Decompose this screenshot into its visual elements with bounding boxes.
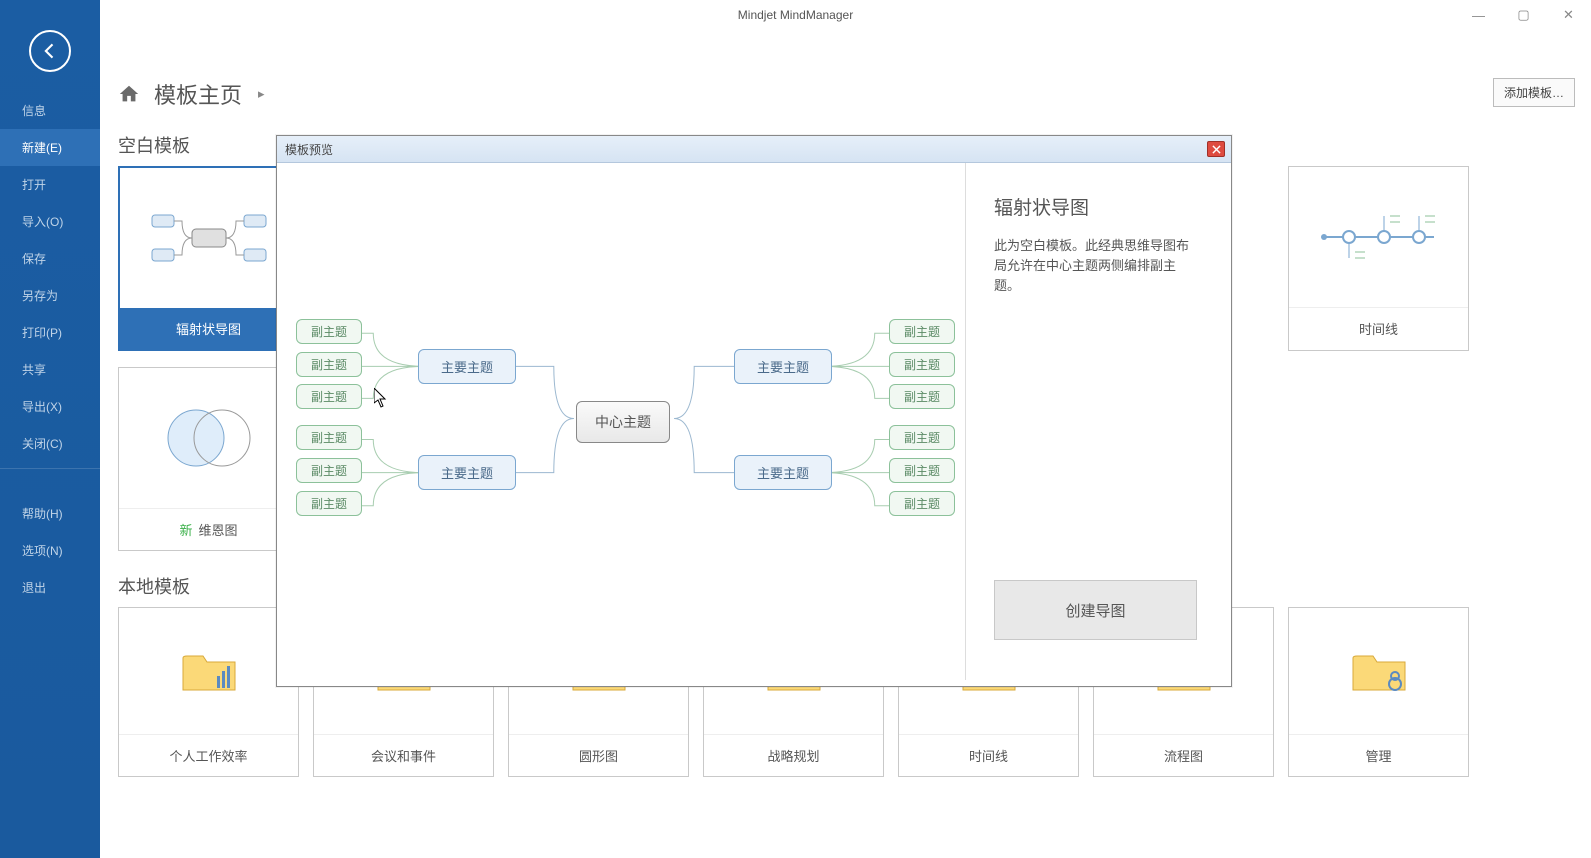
- tile-label: 时间线: [1289, 307, 1468, 349]
- back-button[interactable]: [29, 30, 71, 72]
- map-sub-topic: 副主题: [889, 458, 955, 483]
- map-sub-topic: 副主题: [889, 352, 955, 377]
- map-sub-topic: 副主题: [296, 491, 362, 516]
- dialog-close-button[interactable]: [1207, 141, 1225, 157]
- map-sub-topic: 副主题: [296, 384, 362, 409]
- titlebar: Mindjet MindManager — ▢ ✕: [0, 0, 1591, 30]
- map-main-topic: 主要主题: [734, 349, 832, 384]
- chevron-right-icon: ▸: [258, 86, 265, 102]
- tile-label: 战略规划: [704, 734, 883, 776]
- sidebar-item-save[interactable]: 保存: [0, 240, 100, 277]
- map-sub-topic: 副主题: [889, 319, 955, 344]
- home-icon[interactable]: [118, 83, 140, 105]
- sidebar-item-exit[interactable]: 退出: [0, 569, 100, 606]
- map-main-topic: 主要主题: [418, 349, 516, 384]
- dialog-titlebar: 模板预览: [277, 136, 1231, 163]
- sidebar-item-options[interactable]: 选项(N): [0, 532, 100, 569]
- dialog-heading: 辐射状导图: [994, 193, 1197, 220]
- map-center-topic: 中心主题: [576, 401, 670, 443]
- sidebar-item-help[interactable]: 帮助(H): [0, 495, 100, 532]
- dialog-description: 此为空白模板。此经典思维导图布局允许在中心主题两侧编排副主题。: [994, 236, 1197, 296]
- close-window-button[interactable]: ✕: [1546, 0, 1591, 30]
- sidebar-item-print[interactable]: 打印(P): [0, 314, 100, 351]
- local-template-tile[interactable]: 个人工作效率: [118, 607, 299, 777]
- map-sub-topic: 副主题: [296, 458, 362, 483]
- map-main-topic: 主要主题: [418, 455, 516, 490]
- map-main-topic: 主要主题: [734, 455, 832, 490]
- sidebar-item-open[interactable]: 打开: [0, 166, 100, 203]
- create-map-button[interactable]: 创建导图: [994, 580, 1197, 640]
- map-sub-topic: 副主题: [889, 425, 955, 450]
- sidebar-item-import[interactable]: 导入(O): [0, 203, 100, 240]
- map-sub-topic: 副主题: [296, 425, 362, 450]
- map-sub-topic: 副主题: [889, 491, 955, 516]
- template-tile-timeline[interactable]: 时间线: [1288, 166, 1469, 351]
- sidebar-item-saveas[interactable]: 另存为: [0, 277, 100, 314]
- sidebar-item-info[interactable]: 信息: [0, 92, 100, 129]
- maximize-button[interactable]: ▢: [1501, 0, 1546, 30]
- minimize-button[interactable]: —: [1456, 0, 1501, 30]
- sidebar-item-close[interactable]: 关闭(C): [0, 425, 100, 462]
- dialog-title-text: 模板预览: [285, 141, 333, 158]
- tile-label: 新维恩图: [119, 508, 298, 550]
- sidebar-item-export[interactable]: 导出(X): [0, 388, 100, 425]
- breadcrumb-label[interactable]: 模板主页: [154, 78, 242, 110]
- tile-label: 会议和事件: [314, 734, 493, 776]
- app-title: Mindjet MindManager: [738, 8, 853, 22]
- tile-label: 管理: [1289, 734, 1468, 776]
- template-tile-radial[interactable]: 辐射状导图: [118, 166, 299, 351]
- dialog-side-panel: 辐射状导图 此为空白模板。此经典思维导图布局允许在中心主题两侧编排副主题。 创建…: [966, 163, 1225, 680]
- tile-label: 个人工作效率: [119, 734, 298, 776]
- add-template-button[interactable]: 添加模板…: [1493, 78, 1575, 107]
- sidebar-item-new[interactable]: 新建(E): [0, 129, 100, 166]
- local-template-tile[interactable]: 管理: [1288, 607, 1469, 777]
- map-sub-topic: 副主题: [296, 352, 362, 377]
- tile-label: 时间线: [899, 734, 1078, 776]
- sidebar-item-share[interactable]: 共享: [0, 351, 100, 388]
- breadcrumb: 模板主页 ▸: [118, 78, 1575, 110]
- template-tile-venn[interactable]: 新维恩图: [118, 367, 299, 551]
- dialog-preview-area: 中心主题 主要主题 主要主题 主要主题 主要主题 副主题 副主题 副主题 副主题…: [283, 163, 966, 680]
- map-sub-topic: 副主题: [296, 319, 362, 344]
- sidebar: 信息 新建(E) 打开 导入(O) 保存 另存为 打印(P) 共享 导出(X) …: [0, 0, 100, 858]
- tile-label: 辐射状导图: [120, 308, 297, 349]
- template-preview-dialog: 模板预览 中心主题 主要主题 主要主题 主要主: [276, 135, 1232, 687]
- tile-label: 流程图: [1094, 734, 1273, 776]
- tile-label: 圆形图: [509, 734, 688, 776]
- map-sub-topic: 副主题: [889, 384, 955, 409]
